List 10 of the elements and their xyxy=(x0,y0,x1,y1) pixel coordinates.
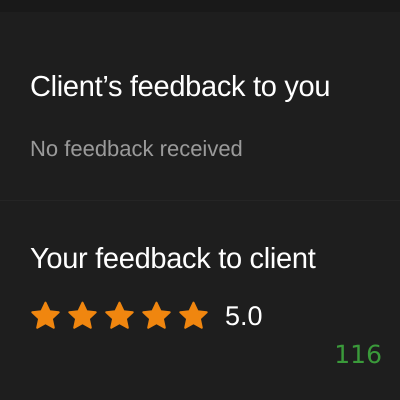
star-icon xyxy=(141,300,172,331)
rating-score: 5.0 xyxy=(225,300,263,333)
counter-text: 116 xyxy=(334,339,382,372)
star-icon xyxy=(104,300,135,331)
section-heading: Your feedback to client xyxy=(30,242,317,277)
star-icon xyxy=(67,300,98,331)
empty-feedback-text: No feedback received xyxy=(30,134,244,163)
section-heading: Client’s feedback to you xyxy=(30,70,332,105)
star-icon xyxy=(30,300,61,331)
star-icon xyxy=(178,300,209,331)
